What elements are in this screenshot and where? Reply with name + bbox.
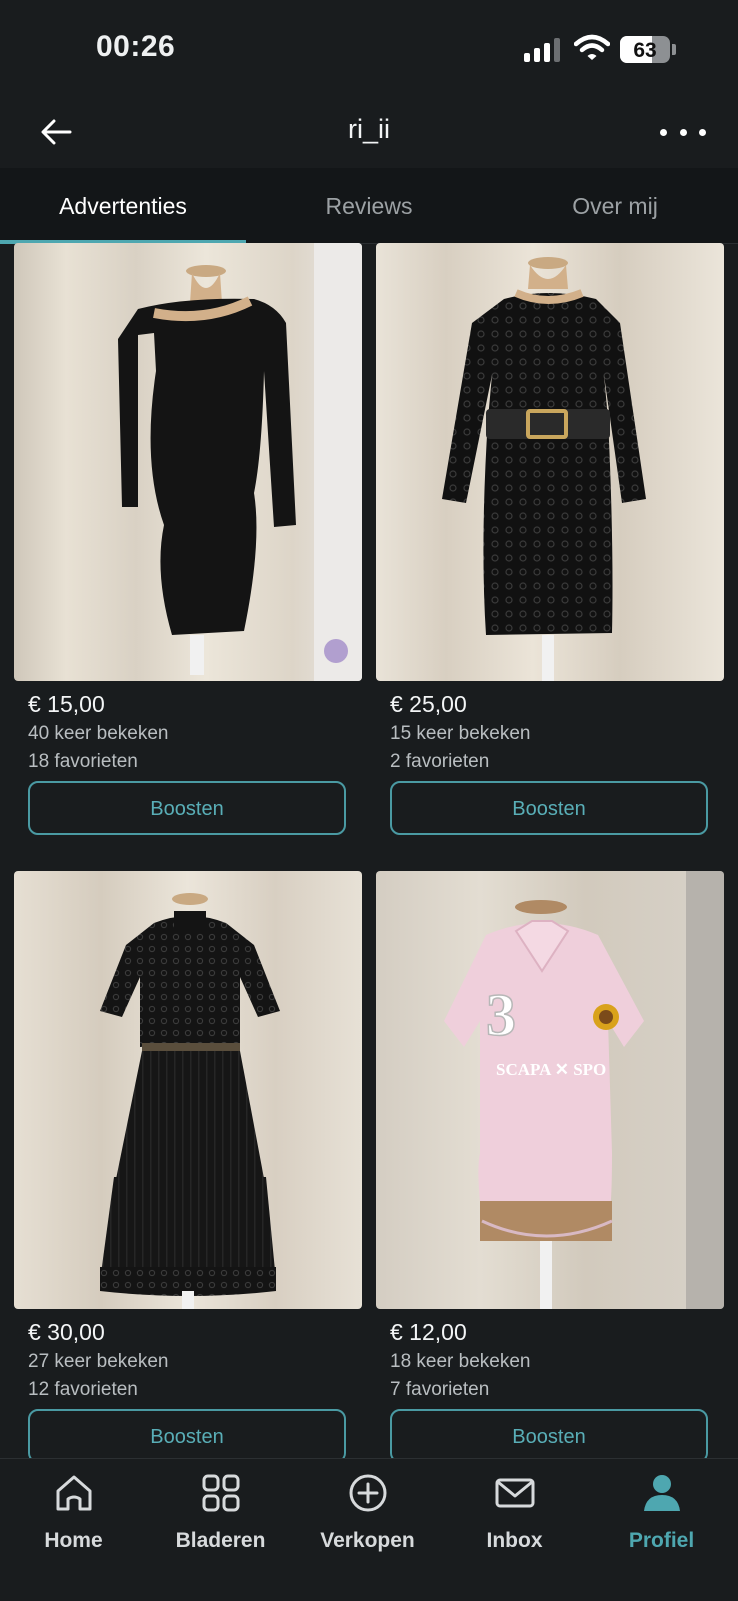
mail-icon <box>495 1478 534 1508</box>
nav-inbox[interactable]: Inbox <box>441 1459 588 1579</box>
nav-profiel-label: Profiel <box>628 1529 695 1552</box>
boost-button[interactable]: Boosten <box>28 781 346 835</box>
listing-favorites: 2 favorieten <box>390 751 490 772</box>
nav-verkopen-label: Verkopen <box>320 1529 415 1552</box>
boost-button[interactable]: Boosten <box>390 1409 708 1458</box>
listing-price: € 30,00 <box>28 1319 105 1345</box>
listing-photo[interactable]: 3 SCAPA ✕ SPO <box>376 871 724 1309</box>
grid-icon <box>202 1474 239 1512</box>
nav-profiel[interactable]: Profiel <box>588 1459 735 1579</box>
svg-text:SCAPA ✕ SPO: SCAPA ✕ SPO <box>496 1060 606 1079</box>
listing-photo[interactable] <box>14 243 362 681</box>
listing-views: 40 keer bekeken <box>28 723 169 744</box>
cellular-signal-icon <box>524 38 562 62</box>
listing-views: 27 keer bekeken <box>28 1351 169 1372</box>
boost-button[interactable]: Boosten <box>28 1409 346 1458</box>
listing-favorites: 7 favorieten <box>390 1379 490 1400</box>
listing-views: 18 keer bekeken <box>390 1351 531 1372</box>
more-horizontal-icon[interactable] <box>660 112 706 152</box>
nav-bladeren-label: Bladeren <box>175 1529 266 1552</box>
listings-grid: € 15,00 40 keer bekeken 18 favorieten Bo… <box>0 243 738 1458</box>
listing-favorites: 18 favorieten <box>28 751 138 772</box>
listing-price: € 25,00 <box>390 691 467 717</box>
battery-nub <box>672 44 676 55</box>
profile-icon <box>643 1475 680 1511</box>
tab-over-mij[interactable]: Over mij <box>492 168 738 243</box>
svg-text:3: 3 <box>486 982 516 1048</box>
tab-advertenties[interactable]: Advertenties <box>0 168 246 244</box>
status-time: 00:26 <box>96 30 176 63</box>
listing-photo[interactable] <box>376 243 724 681</box>
battery-percent: 63 <box>633 39 657 62</box>
status-bar: 00:26 63 <box>0 0 738 100</box>
page-title: ri_ii <box>347 114 390 144</box>
profile-tabs: Advertenties Reviews Over mij <box>0 168 738 244</box>
tab-reviews[interactable]: Reviews <box>246 168 492 243</box>
listing-price: € 12,00 <box>390 1319 467 1345</box>
listing-views: 15 keer bekeken <box>390 723 531 744</box>
battery-icon: 63 <box>620 36 670 63</box>
nav-home[interactable]: Home <box>0 1459 147 1579</box>
listing-price: € 15,00 <box>28 691 105 717</box>
home-icon <box>56 1475 91 1511</box>
bottom-navigation: Home Bladeren Verkopen Inbox Profiel <box>0 1458 738 1601</box>
listing-photo[interactable] <box>14 871 362 1309</box>
nav-bladeren[interactable]: Bladeren <box>147 1459 294 1579</box>
wifi-icon <box>574 34 610 60</box>
nav-home-label: Home <box>44 1529 103 1552</box>
nav-verkopen[interactable]: Verkopen <box>294 1459 441 1579</box>
plus-circle-icon <box>349 1474 386 1512</box>
top-bar: ri_ii <box>0 100 738 168</box>
listing-favorites: 12 favorieten <box>28 1379 138 1400</box>
nav-inbox-label: Inbox <box>486 1529 543 1552</box>
boost-button[interactable]: Boosten <box>390 781 708 835</box>
